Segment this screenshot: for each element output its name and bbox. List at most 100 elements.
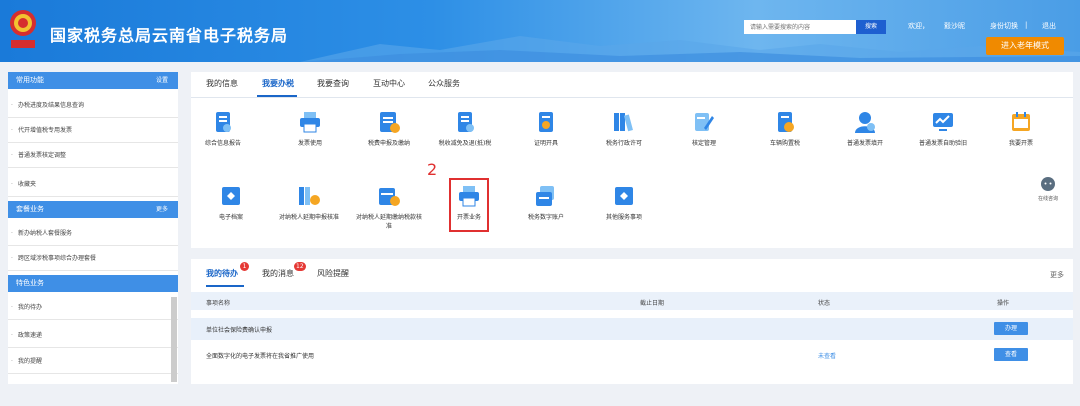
reduction-icon (453, 110, 477, 134)
cell-name: 全面数字化的电子发票将在我省推广使用 (206, 353, 315, 360)
sidebar-section-title: 特色业务 (16, 279, 44, 287)
edit-icon (692, 110, 716, 134)
service-other[interactable]: 其他服务事项 (589, 184, 659, 222)
more-link[interactable]: 更多 (1050, 270, 1064, 280)
column-header-name: 事项名称 (206, 300, 231, 307)
sidebar-scrollbar[interactable] (171, 297, 177, 382)
service-certificate[interactable]: 证明开具 (511, 110, 581, 148)
online-consult-button[interactable]: 在线咨询 (1036, 176, 1060, 204)
binders-icon (612, 110, 636, 134)
sidebar-section-title: 常用功能 (16, 76, 44, 84)
service-label: 车辆购置税 (769, 140, 800, 147)
service-digital-account[interactable]: 税务数字账户 (511, 184, 581, 222)
service-label: 发票使用 (297, 140, 322, 147)
declare-icon (377, 110, 401, 134)
messages-count-badge: 12 (294, 262, 306, 271)
service-report[interactable]: 综合信息报告 (188, 110, 258, 148)
service-label: 核定管理 (691, 140, 716, 147)
sidebar-item[interactable]: 我的待办 (8, 296, 178, 320)
logout-link[interactable]: 退出 (1042, 21, 1056, 31)
handle-button[interactable]: 办理 (994, 322, 1028, 335)
cell-name: 单位社会保险费确认申报 (206, 327, 273, 334)
digital-account-icon (534, 184, 558, 208)
table-header (191, 292, 1073, 310)
active-tab-indicator (206, 285, 244, 287)
sidebar: 常用功能 设置 办税进度及结果信息查询 代开增值税专用发票 普通发票核定调整 收… (8, 72, 178, 384)
certificate-icon (534, 110, 558, 134)
service-admin-permit[interactable]: 税务行政许可 (589, 110, 659, 148)
service-invoice-use[interactable]: 发票使用 (275, 110, 345, 148)
service-label: 电子档案 (218, 214, 243, 221)
service-declare-pay[interactable]: 税费申报及缴纳 (354, 110, 424, 148)
column-header-deadline: 截止日期 (640, 300, 665, 307)
active-tab-indicator (257, 95, 297, 97)
tab-my-todo[interactable]: 我的待办 (206, 268, 238, 279)
service-e-archive[interactable]: 电子档案 (196, 184, 266, 222)
service-label: 税务数字账户 (527, 214, 564, 221)
tab-risk-alerts[interactable]: 风险提醒 (317, 268, 349, 279)
monitor-chart-icon (931, 110, 955, 134)
tab-public-service[interactable]: 公众服务 (428, 78, 460, 89)
sidebar-item[interactable]: 办税进度及结果信息查询 (8, 94, 178, 118)
switch-identity-link[interactable]: 身份切换 (990, 21, 1018, 31)
folder-icon (612, 184, 636, 208)
service-person-icon (853, 110, 877, 134)
sidebar-settings-link[interactable]: 设置 (156, 72, 168, 89)
table-row: 全面数字化的电子发票将在我省推广使用 未查看 查看 (191, 344, 1073, 366)
sidebar-item[interactable]: 我的提醒 (8, 350, 178, 374)
service-vehicle-tax[interactable]: 车辆购置税 (750, 110, 820, 148)
service-label: 普通发票填开 (846, 140, 883, 147)
sidebar-item[interactable]: 代开增值税专用发票 (8, 119, 178, 143)
service-ordinary-invoice[interactable]: 普通发票填开 (830, 110, 900, 148)
header-separator: | (1025, 21, 1028, 29)
service-issue-invoice[interactable]: 我要开票 (986, 110, 1056, 148)
sidebar-item[interactable]: 跨区域涉税事项综合办理套餐 (8, 247, 178, 271)
table-row: 单位社会保险费确认申报 办理 (191, 318, 1073, 340)
sidebar-section-common: 常用功能 设置 (8, 72, 178, 89)
sidebar-item[interactable]: 收藏夹 (8, 173, 178, 197)
calendar-clock-icon (377, 184, 401, 208)
tab-tax-handling[interactable]: 我要办税 (262, 78, 294, 89)
service-label: 普通发票自助验旧 (918, 140, 967, 147)
tax-emblem-icon (10, 10, 36, 48)
tab-query[interactable]: 我要查询 (317, 78, 349, 89)
printer-icon (298, 110, 322, 134)
service-reduction-refund[interactable]: 税收减免及退(抵)税 (430, 110, 500, 148)
report-icon (211, 110, 235, 134)
sidebar-more-link[interactable]: 更多 (156, 201, 168, 218)
service-invoice-verify[interactable]: 普通发票自助验旧 (908, 110, 978, 148)
search-button[interactable]: 搜索 (856, 20, 886, 34)
search-input[interactable] (744, 20, 856, 34)
service-label: 对纳税人延期缴纳税款核准 (355, 214, 422, 230)
service-assessment[interactable]: 核定管理 (669, 110, 739, 148)
sidebar-item[interactable]: 新办纳税人套餐服务 (8, 222, 178, 246)
service-label: 综合信息报告 (204, 140, 241, 147)
service-label: 其他服务事项 (605, 214, 642, 221)
binders-icon (297, 184, 321, 208)
service-delay-declare[interactable]: 对纳税人延期申报核准 (274, 184, 344, 222)
tab-my-messages[interactable]: 我的消息 (262, 268, 294, 279)
site-header: 国家税务总局云南省电子税务局 搜索 欢迎， 縠沙昵 身份切换 | 退出 进入老年… (0, 0, 1080, 62)
service-label: 我要开票 (1008, 140, 1033, 147)
elderly-mode-button[interactable]: 进入老年模式 (986, 37, 1064, 55)
site-title: 国家税务总局云南省电子税务局 (50, 26, 289, 45)
service-label: 对纳税人延期申报核准 (278, 214, 339, 221)
service-delay-payment[interactable]: 对纳税人延期缴纳税款核准 (354, 184, 424, 231)
cell-status: 未查看 (818, 353, 837, 360)
online-consult-label: 在线咨询 (1037, 196, 1058, 202)
user-name[interactable]: 縠沙昵 (944, 21, 965, 31)
column-header-status: 状态 (818, 300, 831, 307)
highlight-box (449, 178, 489, 232)
chat-bot-icon (1041, 177, 1055, 191)
invoice-calendar-icon (1009, 110, 1033, 134)
tabs-divider (191, 97, 1073, 98)
tab-my-info[interactable]: 我的信息 (206, 78, 238, 89)
tab-interaction[interactable]: 互动中心 (373, 78, 405, 89)
sidebar-item[interactable]: 政策速递 (8, 324, 178, 348)
welcome-text: 欢迎， (908, 22, 929, 30)
view-button[interactable]: 查看 (994, 348, 1028, 361)
sidebar-item[interactable]: 普通发票核定调整 (8, 144, 178, 168)
service-label: 税收减免及退(抵)税 (438, 140, 492, 147)
sidebar-section-package: 套餐业务 更多 (8, 201, 178, 218)
todo-count-badge: 1 (240, 262, 249, 271)
